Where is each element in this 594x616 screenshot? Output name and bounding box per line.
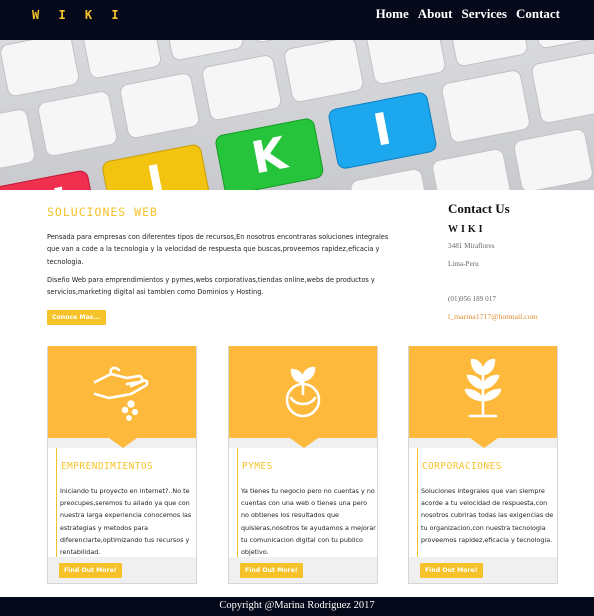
nav-contact-link[interactable]: Contact [516, 6, 560, 22]
plant-icon [409, 354, 557, 424]
page-footer: Copyright @Marina Rodriguez 2017 [0, 597, 594, 616]
nav-about-link[interactable]: About [418, 6, 453, 22]
card-header [409, 346, 557, 448]
footer-copyright: Copyright @Marina Rodriguez 2017 [219, 600, 375, 611]
hero-keyboard-image: W I K I [0, 40, 594, 190]
find-out-more-button[interactable]: Find Out More! [240, 563, 303, 578]
intro-paragraph-2: Diseño Web para emprendimientos y pymes,… [47, 275, 375, 297]
card-title: CORPORACIONES [422, 461, 502, 472]
find-out-more-button[interactable]: Find Out More! [420, 563, 483, 578]
contact-company-name: WIKI [448, 224, 486, 235]
contact-address-line-2: Lima-Peru [448, 260, 479, 268]
contact-section: Contact Us WIKI 3481 Miraflores Lima-Per… [448, 201, 578, 322]
card-text: Soluciones integrales que van siempre ac… [421, 487, 554, 544]
card-title: EMPRENDIMIENTOS [61, 461, 154, 472]
card-header [229, 346, 377, 448]
service-card-emprendimientos: EMPRENDIMIENTOS Iniciando tu proyecto en… [47, 346, 197, 584]
find-out-more-button[interactable]: Find Out More! [59, 563, 122, 578]
contact-email-link[interactable]: l_marina1717@hotmail.com [448, 311, 578, 322]
brand-logo[interactable]: W I K I [32, 8, 125, 22]
contact-phone: (01)956 189 017 [448, 295, 496, 303]
card-text: Iniciando tu proyecto en internet?..No t… [60, 487, 192, 557]
top-navbar: W I K I Home About Services Contact [0, 0, 594, 40]
card-header [48, 346, 196, 448]
service-card-corporaciones: CORPORACIONES Soluciones integrales que … [408, 346, 558, 584]
hand-seeds-icon [48, 354, 196, 424]
intro-section: SOLUCIONES WEB Pensada para empresas con… [47, 205, 397, 326]
service-card-pymes: PYMES Ya tienes tu negocio pero no cuent… [228, 346, 378, 584]
learn-more-button[interactable]: Conoce Mas... [47, 310, 106, 326]
intro-paragraph-1: Pensada para empresas con diferentes tip… [47, 233, 389, 266]
sprout-icon [229, 354, 377, 424]
nav-services-link[interactable]: Services [461, 6, 506, 22]
card-title: PYMES [242, 461, 273, 472]
main-menu: Home About Services Contact [376, 6, 560, 22]
contact-address-line-1: 3481 Miraflores [448, 242, 495, 250]
card-text: Ya tienes tu negocio pero no cuentas y n… [241, 487, 376, 557]
nav-home-link[interactable]: Home [376, 6, 409, 22]
contact-title: Contact Us [448, 201, 510, 216]
intro-title: SOLUCIONES WEB [47, 205, 158, 219]
